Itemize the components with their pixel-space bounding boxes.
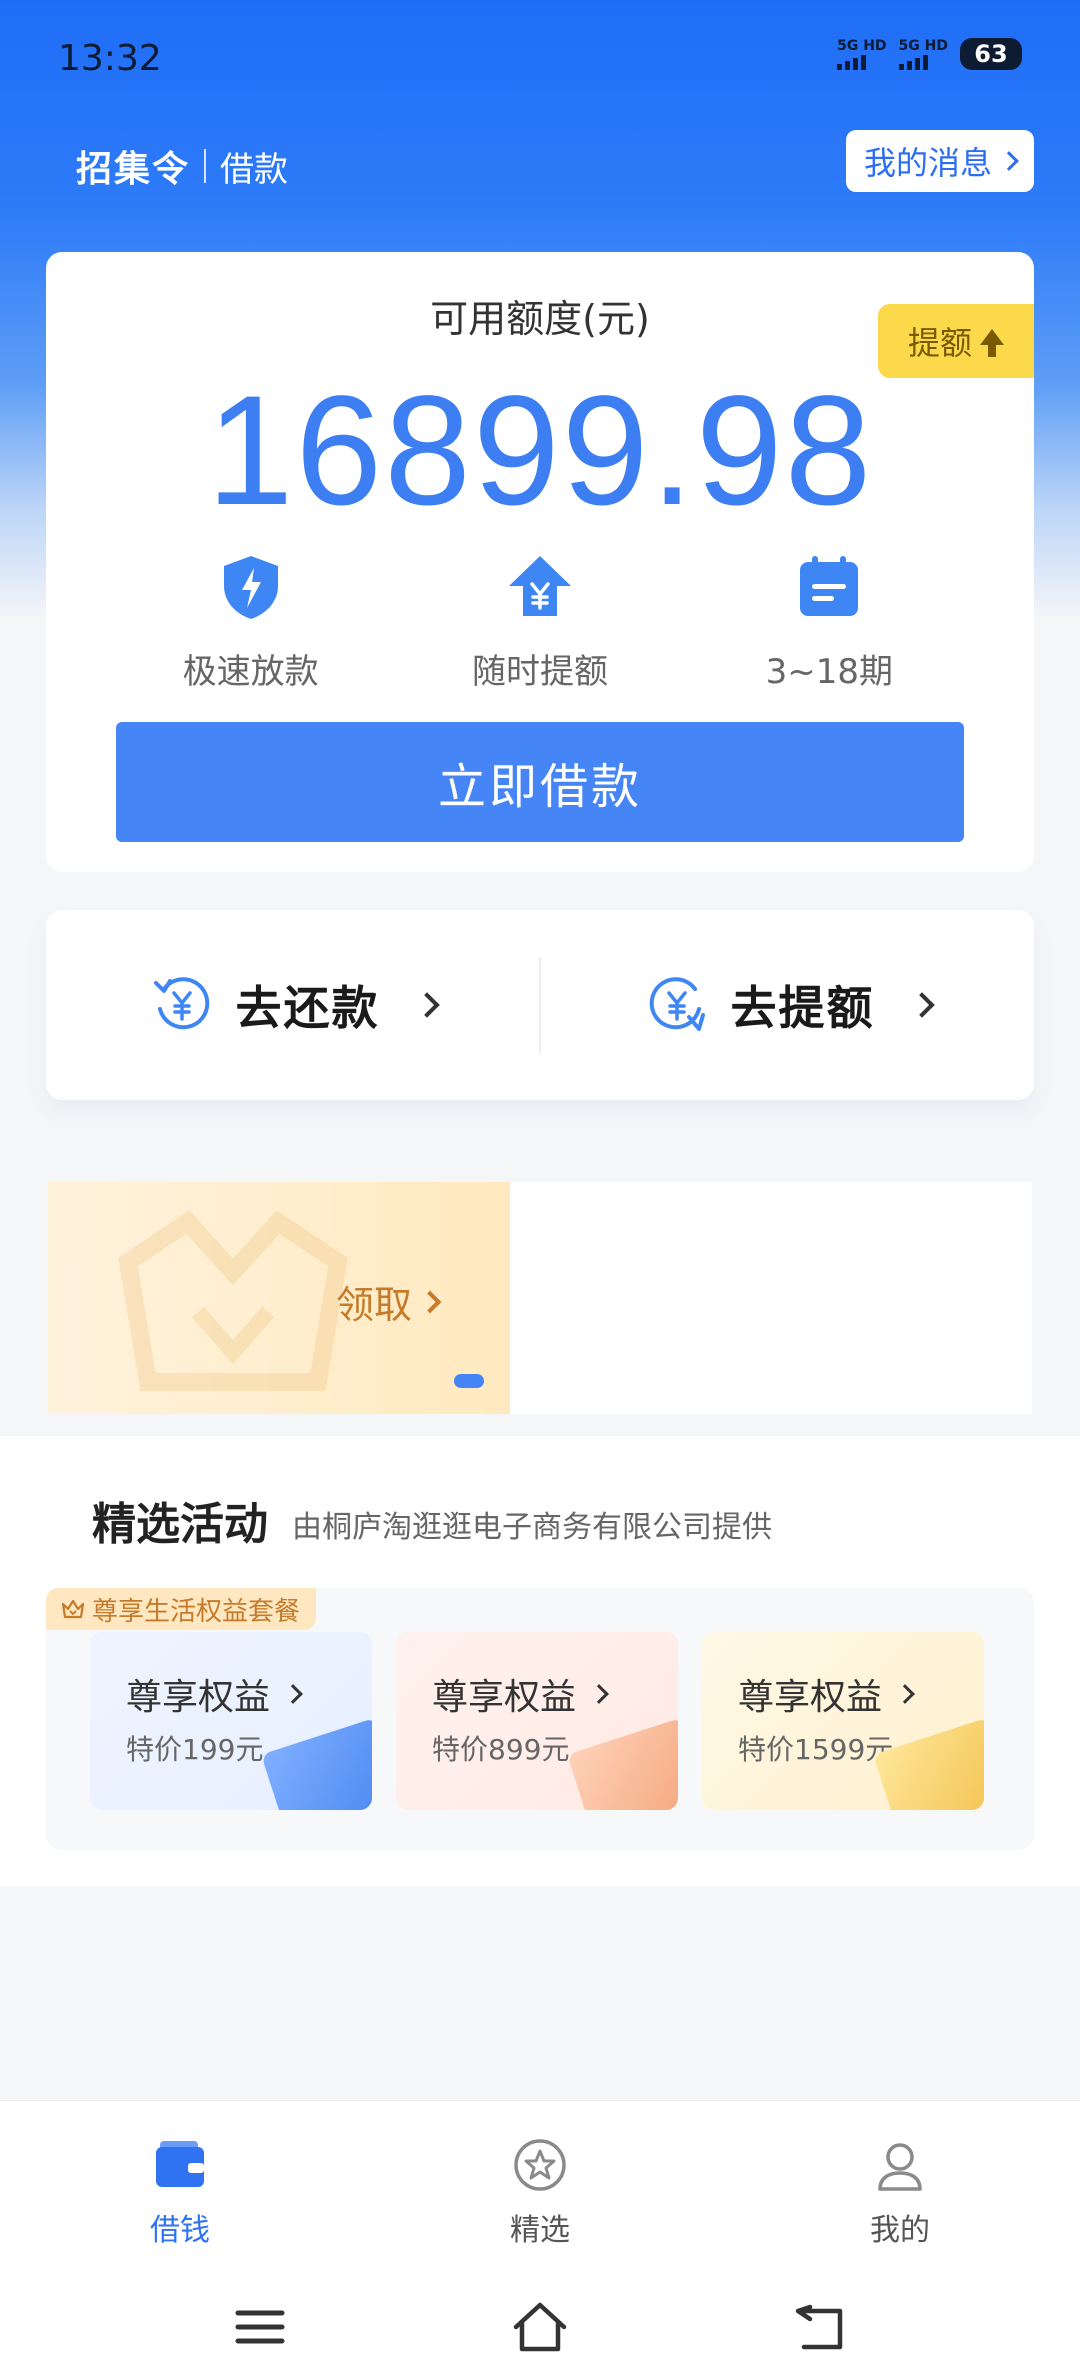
star-circle-icon [514, 2139, 566, 2191]
claim-label: 领取 [336, 1283, 413, 1327]
signal-indicator-2: 5G HD [898, 38, 948, 70]
my-messages-button[interactable]: 我的消息 [845, 130, 1034, 192]
system-navigation-bar [0, 2277, 1080, 2376]
chevron-right-icon [283, 1684, 303, 1704]
perk-card[interactable]: 尊享权益 特价899元 [396, 1632, 678, 1810]
perk-card-list: 尊享权益 特价199元 尊享权益 特价899元 尊享权益 特价1599元 [90, 1632, 984, 1810]
signal-indicator-1: 5G HD [837, 38, 887, 70]
perk-name-text: 尊享权益 [738, 1677, 883, 1718]
perk-package-tag: 尊享生活权益套餐 [46, 1588, 317, 1630]
feature-fast-loan: 极速放款 [121, 552, 381, 693]
status-bar: 13:32 5G HD 5G HD 63 [0, 0, 1080, 120]
perk-name: 尊享权益 [738, 1668, 915, 1720]
brand-divider [204, 149, 207, 183]
tab-featured[interactable]: 精选 [360, 2135, 720, 2249]
feature-label: 极速放款 [182, 652, 319, 692]
perk-price: 特价199元 [126, 1733, 264, 1766]
promo-banner-image: 领取 [48, 1182, 510, 1414]
wallet-icon [156, 2141, 204, 2187]
perk-card-image [567, 1717, 678, 1810]
activities-title: 精选活动 [92, 1499, 268, 1550]
chevron-right-icon [908, 992, 935, 1018]
signal-bars-icon [898, 54, 928, 70]
back-icon[interactable] [790, 2297, 850, 2357]
raise-limit-label: 去提额 [730, 981, 875, 1035]
raise-yuan-icon [649, 977, 705, 1031]
promo-banner[interactable]: 领取 [48, 1182, 1032, 1414]
chevron-right-icon [589, 1684, 609, 1704]
chevron-right-icon [413, 992, 440, 1018]
bottom-tab-bar: 借钱 精选 我的 [0, 2100, 1080, 2376]
user-icon [878, 2143, 922, 2191]
perk-price: 特价899元 [432, 1733, 570, 1766]
perk-name: 尊享权益 [126, 1668, 303, 1720]
network-label-1: 5G HD [837, 38, 887, 54]
brand-name: 招集令 [76, 149, 191, 190]
feature-label: 随时提额 [471, 652, 608, 692]
tab-mine[interactable]: 我的 [720, 2135, 1080, 2249]
perk-card-image [261, 1717, 372, 1810]
tab-label: 借钱 [150, 2213, 210, 2248]
chevron-right-icon [895, 1684, 915, 1704]
repay-label: 去还款 [235, 981, 380, 1035]
raise-limit-badge-label: 提额 [907, 324, 972, 362]
perk-name: 尊享权益 [432, 1668, 609, 1720]
menu-icon[interactable] [230, 2297, 290, 2357]
brand-header: 招集令 借款 [76, 140, 288, 192]
tab-label: 精选 [510, 2213, 570, 2248]
lightning-shield-icon [223, 556, 278, 619]
borrow-now-button[interactable]: 立即借款 [116, 722, 964, 842]
yuan-upgrade-icon [508, 556, 571, 616]
tab-label: 我的 [870, 2213, 930, 2248]
raise-limit-button[interactable]: 去提额 [541, 972, 1034, 1038]
repay-yuan-icon [153, 977, 209, 1030]
calendar-icon [800, 556, 859, 616]
network-label-2: 5G HD [898, 38, 948, 54]
perk-package-panel: 尊享生活权益套餐 尊享权益 特价199元 尊享权益 特价899元 尊享权益 特价… [46, 1588, 1034, 1850]
perk-package-tag-label: 尊享生活权益套餐 [92, 1596, 301, 1627]
feature-label: 3~18期 [765, 652, 893, 692]
perk-name-text: 尊享权益 [126, 1677, 271, 1718]
arrow-up-icon [980, 329, 1004, 357]
tab-list: 借钱 精选 我的 [0, 2135, 1080, 2249]
status-indicators: 5G HD 5G HD 63 [837, 38, 1022, 70]
feature-raise-anytime: 随时提额 [410, 552, 670, 693]
perk-name-text: 尊享权益 [432, 1677, 577, 1718]
carousel-indicator [454, 1374, 484, 1388]
my-messages-label: 我的消息 [863, 144, 992, 182]
repay-button[interactable]: 去还款 [46, 972, 539, 1038]
crown-watermark-icon [118, 1210, 348, 1391]
quick-actions-card: 去还款 去提额 [46, 910, 1034, 1100]
feature-terms: 3~18期 [699, 552, 959, 693]
perk-card[interactable]: 尊享权益 特价199元 [90, 1632, 372, 1810]
tab-borrow[interactable]: 借钱 [0, 2135, 360, 2249]
credit-card: 可用额度(元) 提额 16899.98 极速放款 随时提额 3~18期 立即借款 [46, 252, 1034, 872]
section-title: 借款 [220, 149, 289, 190]
claim-link[interactable]: 领取 [336, 1274, 442, 1329]
activities-provider: 由桐庐淘逛逛电子商务有限公司提供 [292, 1510, 772, 1545]
battery-level: 63 [960, 38, 1022, 70]
available-credit-amount: 16899.98 [206, 364, 874, 538]
feature-list: 极速放款 随时提额 3~18期 [46, 552, 1034, 693]
featured-activities: 精选活动 由桐庐淘逛逛电子商务有限公司提供 尊享生活权益套餐 尊享权益 特价19… [0, 1436, 1080, 1886]
crown-icon [61, 1599, 85, 1619]
signal-bars-icon [837, 54, 867, 70]
chevron-right-icon [999, 151, 1019, 171]
status-time: 13:32 [58, 38, 162, 79]
chevron-right-icon [418, 1290, 442, 1313]
perk-card[interactable]: 尊享权益 特价1599元 [702, 1632, 984, 1810]
home-icon[interactable] [510, 2297, 570, 2357]
perk-price: 特价1599元 [738, 1733, 894, 1766]
